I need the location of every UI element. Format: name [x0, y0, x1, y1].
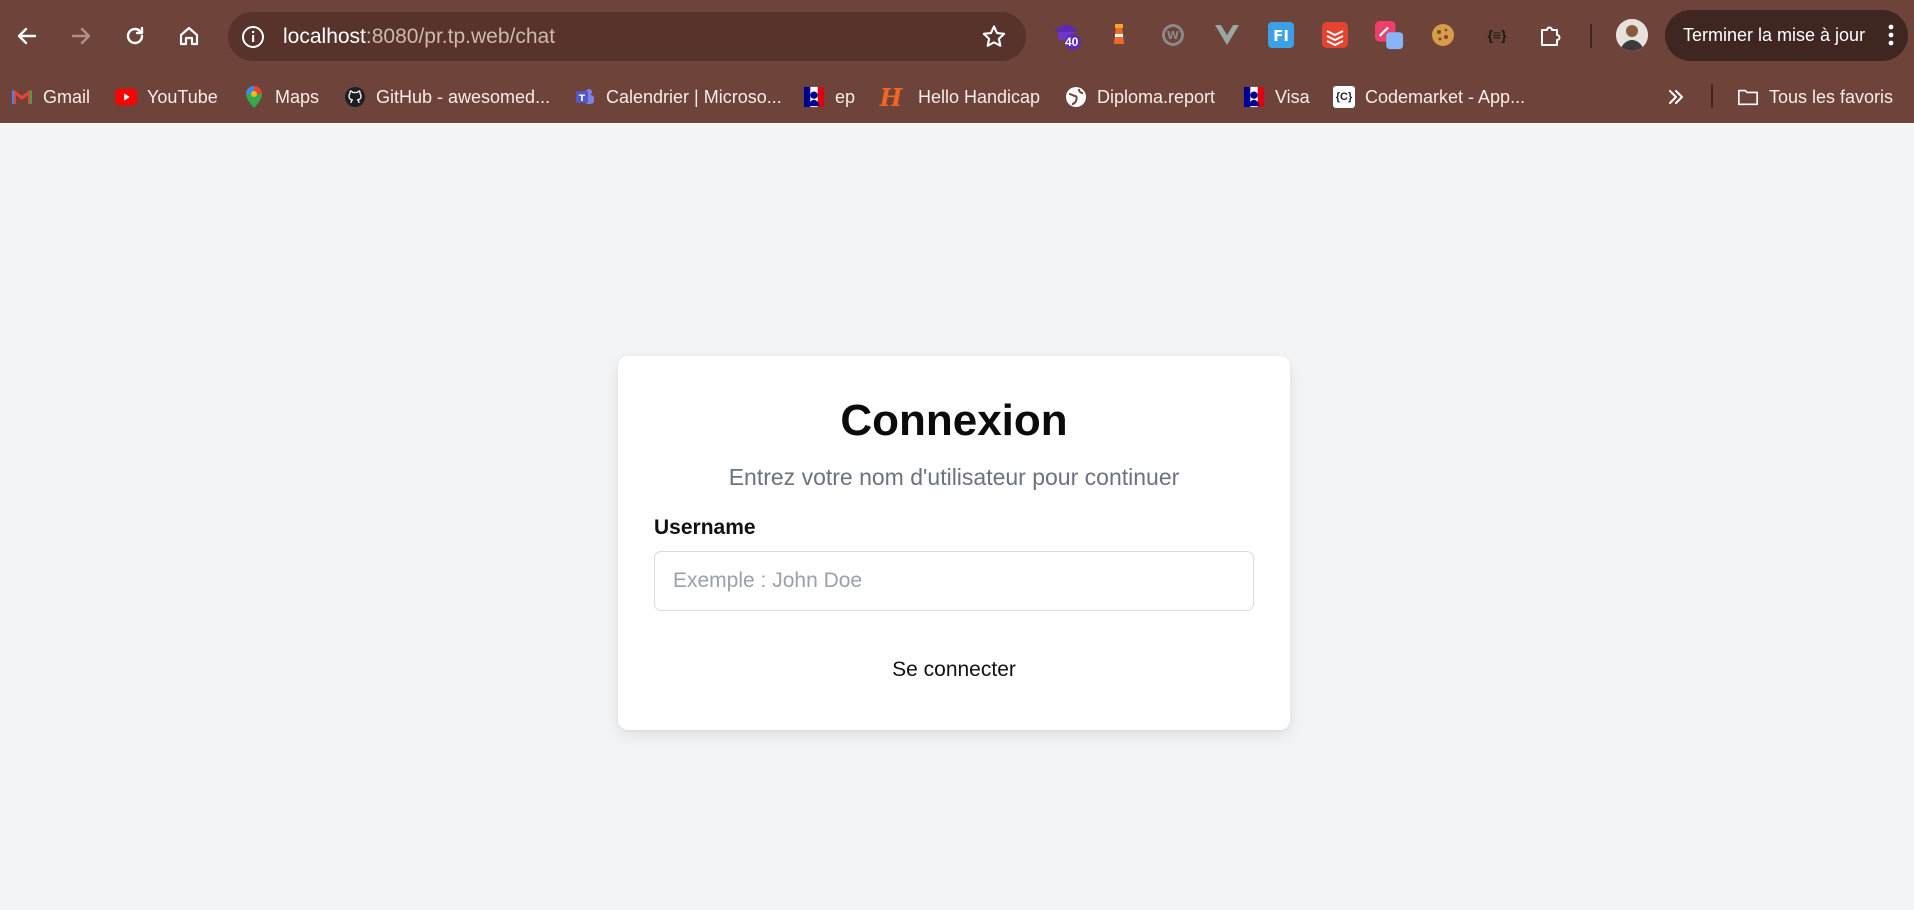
extension-vue-icon[interactable]	[1212, 20, 1242, 50]
youtube-icon	[115, 86, 137, 108]
extension-badge: 40	[1065, 35, 1079, 49]
marianne-icon	[803, 86, 825, 108]
site-info-icon[interactable]	[240, 24, 266, 50]
maps-icon	[243, 86, 265, 108]
profile-avatar-icon	[1616, 19, 1648, 51]
double-chevron-right-icon	[1669, 90, 1683, 104]
bookmark-codemarket[interactable]: {C} Codemarket - App...	[1333, 82, 1525, 112]
bookmark-label: Visa	[1275, 86, 1310, 107]
back-arrow-icon	[17, 27, 37, 45]
bookmark-label: Calendrier | Microso...	[606, 86, 782, 107]
forward-button[interactable]	[59, 14, 103, 58]
bookmark-label: Codemarket - App...	[1365, 86, 1526, 107]
bookmark-ep[interactable]: ep	[803, 82, 855, 112]
reload-button[interactable]	[113, 14, 157, 58]
extension-wordpress-icon[interactable]: W	[1158, 20, 1188, 50]
bookmark-diploma-report[interactable]: Diploma.report	[1065, 82, 1215, 112]
bookmark-label: YouTube	[147, 86, 218, 107]
extension-graduation-cap-icon[interactable]: 40	[1052, 20, 1082, 50]
bookmark-visa[interactable]: Visa	[1243, 82, 1310, 112]
home-icon	[179, 26, 199, 46]
username-label: Username	[654, 516, 756, 539]
back-button[interactable]	[5, 14, 49, 58]
profile-avatar[interactable]	[1616, 19, 1648, 51]
bookmark-label: Diploma.report	[1097, 86, 1216, 107]
extension-todoist-icon[interactable]	[1320, 20, 1350, 50]
browser-chrome: localhost:8080/pr.tp.web/chat 40 W FI {≡…	[0, 0, 1914, 123]
url-text[interactable]: localhost:8080/pr.tp.web/chat	[283, 25, 555, 49]
bookmark-label: Hello Handicap	[918, 86, 1041, 107]
extension-lighthouse-icon[interactable]	[1104, 20, 1134, 50]
teams-icon: T	[574, 86, 596, 108]
svg-text:T: T	[579, 94, 586, 104]
update-chrome-button[interactable]: Terminer la mise à jour	[1665, 10, 1908, 61]
extension-json-label: {≡}	[1487, 27, 1507, 43]
bookmark-gmail[interactable]: Gmail	[11, 82, 90, 112]
svg-text:W: W	[1167, 29, 1179, 42]
hello-handicap-icon: H	[879, 82, 903, 112]
browser-toolbar: localhost:8080/pr.tp.web/chat 40 W FI {≡…	[0, 0, 1914, 72]
url-path: :8080/pr.tp.web/chat	[365, 25, 556, 48]
globe-icon	[1065, 86, 1087, 108]
bookmark-label: Maps	[275, 86, 320, 107]
url-host: localhost	[283, 25, 366, 48]
home-button[interactable]	[167, 14, 211, 58]
login-subtitle: Entrez votre nom d'utilisateur pour cont…	[728, 464, 1180, 490]
forward-arrow-icon	[71, 27, 91, 45]
extension-fi-icon[interactable]: FI	[1266, 20, 1296, 50]
username-input[interactable]	[654, 551, 1254, 611]
bookmarks-divider	[1711, 84, 1713, 108]
all-bookmarks-label: Tous les favoris	[1769, 86, 1894, 107]
update-chrome-label: Terminer la mise à jour	[1683, 25, 1866, 45]
bookmarks-bar: Gmail YouTube Maps GitHub - awesomed... …	[0, 72, 1914, 123]
marianne-icon	[1243, 86, 1265, 108]
reload-icon	[126, 26, 144, 45]
github-icon	[344, 86, 366, 108]
svg-text:FI: FI	[1273, 27, 1289, 45]
login-title: Connexion	[840, 396, 1068, 445]
bookmark-label: ep	[835, 86, 856, 107]
gmail-icon	[11, 86, 33, 108]
address-bar[interactable]: localhost:8080/pr.tp.web/chat	[228, 12, 1026, 61]
bookmark-label: GitHub - awesomed...	[376, 86, 551, 107]
bookmark-hello-handicap[interactable]: H Hello Handicap	[880, 82, 1040, 112]
codemarket-icon: {C}	[1333, 86, 1355, 108]
bookmark-youtube[interactable]: YouTube	[115, 82, 218, 112]
extension-json-icon[interactable]: {≡}	[1482, 20, 1512, 50]
all-bookmarks-button[interactable]: Tous les favoris	[1737, 82, 1893, 112]
login-card: Connexion Entrez votre nom d'utilisateur…	[618, 356, 1290, 730]
extensions-puzzle-icon[interactable]	[1536, 20, 1566, 50]
extension-color-picker-icon[interactable]	[1374, 20, 1404, 50]
bookmark-calendrier[interactable]: T Calendrier | Microso...	[574, 82, 782, 112]
more-bookmarks-button[interactable]	[1666, 82, 1686, 112]
kebab-menu-icon[interactable]	[1888, 24, 1894, 46]
bookmark-github[interactable]: GitHub - awesomed...	[344, 82, 550, 112]
toolbar-divider	[1590, 24, 1592, 48]
bookmark-maps[interactable]: Maps	[243, 82, 319, 112]
folder-icon	[1737, 86, 1759, 108]
login-submit-button[interactable]: Se connecter	[654, 646, 1254, 694]
bookmark-star-icon[interactable]	[980, 23, 1008, 51]
bookmark-label: Gmail	[43, 86, 91, 107]
extension-cookie-icon[interactable]	[1428, 20, 1458, 50]
